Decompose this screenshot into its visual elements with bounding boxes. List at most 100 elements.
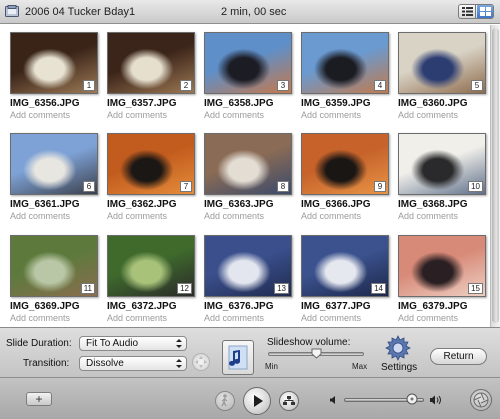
photo-filename[interactable]: IMG_6366.JPG [301,199,370,210]
photo-cell[interactable]: 9 IMG_6366.JPG Add comments [301,133,391,225]
settings-button[interactable]: Settings [379,334,418,374]
photo-thumbnail[interactable]: 9 [301,133,389,195]
photo-cell[interactable]: 12 IMG_6372.JPG Add comments [107,235,197,327]
photo-filename[interactable]: IMG_6359.JPG [301,98,370,109]
photo-cell[interactable]: 14 IMG_6377.JPG Add comments [301,235,391,327]
photo-cell[interactable]: 1 IMG_6356.JPG Add comments [10,32,100,124]
photo-comment-field[interactable]: Add comments [10,313,70,323]
album-icon [5,5,19,17]
play-icon [254,395,263,407]
photo-thumbnail[interactable]: 15 [398,235,486,297]
transition-direction-control[interactable] [192,353,210,371]
photo-filename[interactable]: IMG_6372.JPG [107,301,176,312]
slide-number-badge: 13 [274,283,289,294]
return-button[interactable]: Return [430,348,487,365]
photo-filename[interactable]: IMG_6360.JPG [398,98,467,109]
photo-thumbnail[interactable]: 10 [398,133,486,195]
photo-filename[interactable]: IMG_6357.JPG [107,98,176,109]
photo-filename[interactable]: IMG_6363.JPG [204,199,273,210]
slideshow-toolbar: Slide Duration: Fit To Audio Transition:… [0,327,500,377]
photo-filename[interactable]: IMG_6377.JPG [301,301,370,312]
photo-filename[interactable]: IMG_6362.JPG [107,199,176,210]
photo-filename[interactable]: IMG_6379.JPG [398,301,467,312]
slide-number-badge: 15 [468,283,483,294]
photo-filename[interactable]: IMG_6361.JPG [10,199,79,210]
photo-comment-field[interactable]: Add comments [204,110,264,120]
photo-comment-field[interactable]: Add comments [107,313,167,323]
slide-number-badge: 7 [180,181,192,192]
photo-cell[interactable]: 13 IMG_6376.JPG Add comments [204,235,294,327]
photo-comment-field[interactable]: Add comments [10,211,70,221]
photo-cell[interactable]: 15 IMG_6379.JPG Add comments [398,235,488,327]
photo-comment-field[interactable]: Add comments [204,211,264,221]
slideshow-music-button[interactable] [222,340,254,375]
grid-view-toggle[interactable] [477,5,493,18]
share-button[interactable] [279,391,299,411]
volume-min-label: Min [265,362,278,371]
photo-thumbnail[interactable]: 5 [398,32,486,94]
photo-thumbnail[interactable]: 2 [107,32,195,94]
select-arrows-icon [176,359,182,368]
walk-button[interactable] [215,391,235,411]
playback-volume-knob[interactable] [406,393,418,405]
photo-thumbnail[interactable]: 7 [107,133,195,195]
photo-filename[interactable]: IMG_6356.JPG [10,98,79,109]
photo-thumbnail[interactable]: 1 [10,32,98,94]
aperture-button[interactable] [470,389,492,411]
photo-comment-field[interactable]: Add comments [301,313,361,323]
photo-thumbnail[interactable]: 14 [301,235,389,297]
photo-comment-field[interactable]: Add comments [398,313,458,323]
slide-number-badge: 9 [374,181,386,192]
photo-cell[interactable]: 5 IMG_6360.JPG Add comments [398,32,488,124]
transition-select[interactable]: Dissolve [79,356,187,371]
photo-cell[interactable]: 6 IMG_6361.JPG Add comments [10,133,100,225]
slide-number-badge: 4 [374,80,386,91]
photo-comment-field[interactable]: Add comments [107,211,167,221]
photo-filename[interactable]: IMG_6376.JPG [204,301,273,312]
photo-cell[interactable]: 8 IMG_6363.JPG Add comments [204,133,294,225]
photo-cell[interactable]: 4 IMG_6359.JPG Add comments [301,32,391,124]
photo-cell[interactable]: 11 IMG_6369.JPG Add comments [10,235,100,327]
photo-comment-field[interactable]: Add comments [204,313,264,323]
photo-filename[interactable]: IMG_6369.JPG [10,301,79,312]
slideshow-volume-knob[interactable] [311,348,322,359]
photo-thumbnail[interactable]: 4 [301,32,389,94]
slide-number-badge: 1 [83,80,95,91]
scrollbar-thumb[interactable] [492,28,499,323]
aperture-icon [473,392,489,408]
slide-number-badge: 5 [471,80,483,91]
photo-comment-field[interactable]: Add comments [398,211,458,221]
slide-duration-select[interactable]: Fit To Audio [79,336,187,351]
slideshow-volume-label: Slideshow volume: [267,337,351,348]
play-button[interactable] [243,387,271,415]
album-title: 2006 04 Tucker Bday1 [25,6,136,18]
photo-thumbnail[interactable]: 8 [204,133,292,195]
photo-comment-field[interactable]: Add comments [301,110,361,120]
add-button[interactable]: + [26,392,52,406]
photo-filename[interactable]: IMG_6368.JPG [398,199,467,210]
list-view-icon [462,7,473,16]
photo-thumbnail[interactable]: 12 [107,235,195,297]
slideshow-duration: 2 min, 00 sec [221,6,287,18]
photo-cell[interactable]: 3 IMG_6358.JPG Add comments [204,32,294,124]
slide-duration-value: Fit To Audio [86,338,139,349]
photo-comment-field[interactable]: Add comments [107,110,167,120]
photo-comment-field[interactable]: Add comments [301,211,361,221]
photo-thumbnail[interactable]: 3 [204,32,292,94]
view-toggle[interactable] [458,4,494,19]
photo-thumbnail[interactable]: 6 [10,133,98,195]
photo-cell[interactable]: 7 IMG_6362.JPG Add comments [107,133,197,225]
volume-max-label: Max [352,362,368,371]
photo-thumbnail[interactable]: 11 [10,235,98,297]
settings-label: Settings [381,362,418,373]
photo-cell[interactable]: 2 IMG_6357.JPG Add comments [107,32,197,124]
speaker-high-icon [430,395,441,405]
select-arrows-icon [176,339,182,348]
list-view-toggle[interactable] [459,5,476,18]
photo-comment-field[interactable]: Add comments [398,110,458,120]
grid-scrollbar[interactable] [490,25,500,327]
photo-comment-field[interactable]: Add comments [10,110,70,120]
photo-cell[interactable]: 10 IMG_6368.JPG Add comments [398,133,488,225]
photo-thumbnail[interactable]: 13 [204,235,292,297]
photo-filename[interactable]: IMG_6358.JPG [204,98,273,109]
